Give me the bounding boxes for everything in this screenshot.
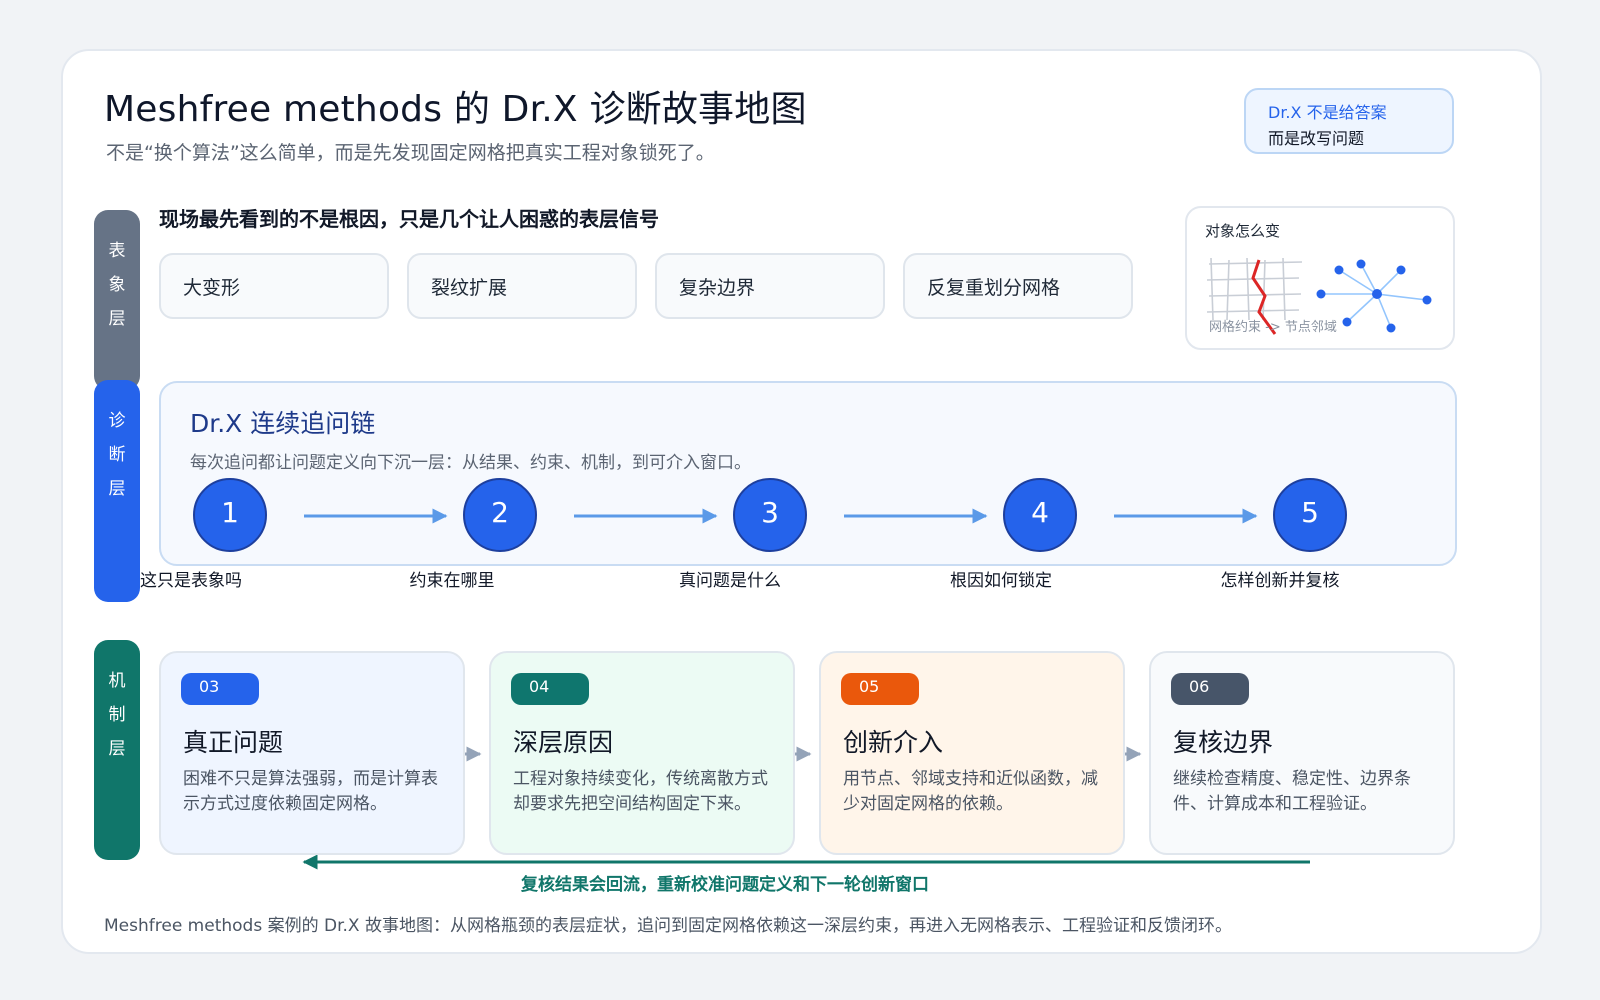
card-number-badge: 04 — [511, 673, 589, 705]
card-text: 继续检查精度、稳定性、边界条件、计算成本和工程验证。 — [1173, 769, 1411, 814]
step-label-1: 这只是表象吗 — [140, 571, 242, 591]
card-number-badge: 05 — [841, 673, 919, 705]
card-text: 用节点、邻域支持和近似函数，减少对固定网格的依赖。 — [843, 769, 1098, 814]
card-number-badge: 06 — [1171, 673, 1249, 705]
card-title: 深层原因 — [513, 728, 614, 757]
step-node-3: 3 — [733, 478, 807, 552]
card-text: 困难不只是算法强弱，而是计算表示方式过度依赖固定网格。 — [183, 769, 438, 814]
mechanism-card-deep-cause: 04 深层原因 工程对象持续变化，传统离散方式却要求先把空间结构固定下来。 — [489, 651, 795, 855]
card-text: 工程对象持续变化，传统离散方式却要求先把空间结构固定下来。 — [513, 769, 768, 814]
step-node-5: 5 — [1273, 478, 1347, 552]
mechanism-card-innovation: 05 创新介入 用节点、邻域支持和近似函数，减少对固定网格的依赖。 — [819, 651, 1125, 855]
card-number-badge: 03 — [181, 673, 259, 705]
footer-caption: Meshfree methods 案例的 Dr.X 故事地图：从网格瓶颈的表层症… — [104, 916, 1232, 936]
card-title: 复核边界 — [1173, 728, 1274, 757]
card-title: 创新介入 — [843, 728, 944, 757]
step-node-2: 2 — [463, 478, 537, 552]
step-label-4: 根因如何锁定 — [950, 571, 1052, 591]
step-label-2: 约束在哪里 — [409, 571, 495, 591]
step-label-3: 真问题是什么 — [679, 571, 781, 591]
card-title: 真正问题 — [183, 728, 284, 757]
feedback-loop-label: 复核结果会回流，重新校准问题定义和下一轮创新窗口 — [521, 875, 929, 895]
mechanism-card-review: 06 复核边界 继续检查精度、稳定性、边界条件、计算成本和工程验证。 — [1149, 651, 1455, 855]
step-node-4: 4 — [1003, 478, 1077, 552]
mechanism-card-real-problem: 03 真正问题 困难不只是算法强弱，而是计算表示方式过度依赖固定网格。 — [159, 651, 465, 855]
step-node-1: 1 — [193, 478, 267, 552]
step-label-5: 怎样创新并复核 — [1220, 571, 1340, 591]
